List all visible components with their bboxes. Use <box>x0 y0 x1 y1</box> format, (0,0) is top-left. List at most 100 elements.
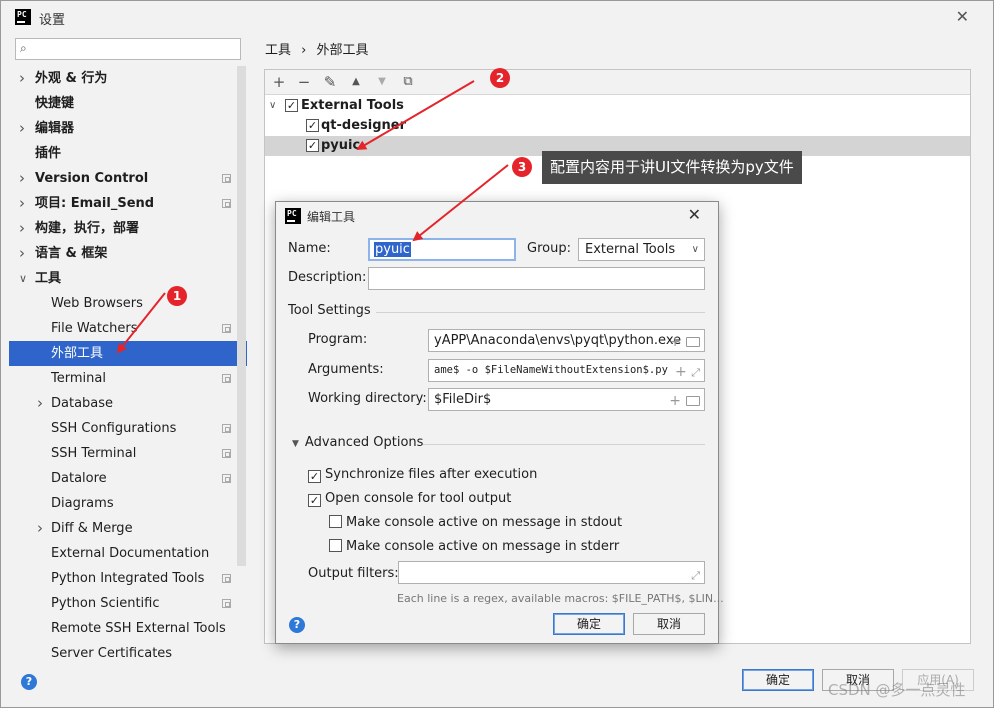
sidebar-item[interactable]: SSH Terminal <box>9 441 247 466</box>
remove-tool-icon[interactable]: − <box>294 72 314 92</box>
edit-tool-icon[interactable]: ✎ <box>320 72 340 92</box>
group-checkbox[interactable]: ✓ <box>285 99 298 112</box>
sidebar-item[interactable]: SSH Configurations <box>9 416 247 441</box>
sidebar-item[interactable]: › 编辑器 <box>9 116 247 141</box>
stdout-checkbox[interactable] <box>329 515 342 528</box>
sidebar-item[interactable]: External Documentation <box>9 541 247 566</box>
pycharm-logo-icon: PC <box>15 9 31 25</box>
stderr-option[interactable]: Make console active on message in stderr <box>329 539 619 554</box>
program-value: yAPP\Anaconda\envs\pyqt\python.exe <box>434 333 682 348</box>
sidebar-item[interactable]: Web Browsers <box>9 291 247 316</box>
expand-icon[interactable]: ⤢ <box>691 565 700 583</box>
advanced-options-toggle[interactable]: ▼ Advanced Options <box>292 435 423 450</box>
chevron-right-icon[interactable]: › <box>37 516 43 541</box>
folder-icon[interactable] <box>686 337 700 347</box>
name-value: pyuic <box>374 242 411 257</box>
sidebar-item[interactable]: Server Certificates <box>9 641 247 661</box>
ok-button[interactable]: 确定 <box>742 669 814 691</box>
open-console-option[interactable]: ✓ Open console for tool output <box>308 491 511 507</box>
open-console-checkbox[interactable]: ✓ <box>308 494 321 507</box>
sidebar-item[interactable]: Diagrams <box>9 491 247 516</box>
chevron-right-icon[interactable]: › <box>19 241 25 266</box>
sidebar-item[interactable]: › Database <box>9 391 247 416</box>
sidebar-item[interactable]: 外部工具 <box>9 341 247 366</box>
move-down-icon[interactable]: ▼ <box>372 72 392 92</box>
expand-icon[interactable]: ⤢ <box>691 366 700 379</box>
sidebar-item[interactable]: 插件 <box>9 141 247 166</box>
stderr-checkbox[interactable] <box>329 539 342 552</box>
tool-label: pyuic <box>321 138 361 153</box>
tool-checkbox[interactable]: ✓ <box>306 119 319 132</box>
sync-files-option[interactable]: ✓ Synchronize files after execution <box>308 467 537 483</box>
insert-macro-icon[interactable]: + <box>675 364 687 380</box>
sidebar-item-label: File Watchers <box>51 321 138 336</box>
chevron-down-icon[interactable]: ∨ <box>19 266 27 291</box>
insert-macro-icon[interactable]: + <box>669 393 681 409</box>
close-window-icon[interactable]: ✕ <box>956 7 969 26</box>
sidebar-item-label: Version Control <box>35 171 149 186</box>
tool-row-qt-designer[interactable]: ✓ qt-designer <box>265 116 970 136</box>
breadcrumb-parent[interactable]: 工具 <box>265 43 291 58</box>
sidebar-item[interactable]: › 外观 & 行为 <box>9 66 247 91</box>
sidebar-item[interactable]: › 语言 & 框架 <box>9 241 247 266</box>
sidebar-scrollbar[interactable] <box>237 66 246 566</box>
chevron-right-icon[interactable]: › <box>19 116 25 141</box>
copy-tool-icon[interactable]: ⧉ <box>398 72 418 92</box>
sidebar-item-label: Remote SSH External Tools <box>51 621 226 636</box>
chevron-right-icon[interactable]: › <box>19 191 25 216</box>
insert-macro-icon[interactable]: + <box>669 334 681 350</box>
settings-search-input[interactable] <box>36 41 236 55</box>
arguments-value: ame$ -o $FileNameWithoutExtension$.py <box>434 364 668 376</box>
group-select[interactable]: External Tools ∨ <box>578 238 705 261</box>
sidebar-item-label: Diagrams <box>51 496 114 511</box>
chevron-down-icon[interactable]: ∨ <box>269 96 276 116</box>
stdout-option[interactable]: Make console active on message in stdout <box>329 515 622 530</box>
sidebar-item[interactable]: Terminal <box>9 366 247 391</box>
sidebar-item[interactable]: ∨ 工具 <box>9 266 247 291</box>
sync-files-checkbox[interactable]: ✓ <box>308 470 321 483</box>
sidebar-item[interactable]: › Diff & Merge <box>9 516 247 541</box>
chevron-right-icon[interactable]: › <box>19 166 25 191</box>
sidebar-item[interactable]: › 项目: Email_Send <box>9 191 247 216</box>
help-icon[interactable]: ? <box>21 674 37 690</box>
sidebar-item[interactable]: Python Integrated Tools <box>9 566 247 591</box>
move-up-icon[interactable]: ▲ <box>346 72 366 92</box>
tool-checkbox[interactable]: ✓ <box>306 139 319 152</box>
project-level-icon <box>222 574 231 583</box>
chevron-right-icon[interactable]: › <box>19 66 25 91</box>
sidebar-item[interactable]: 快捷键 <box>9 91 247 116</box>
program-input[interactable]: yAPP\Anaconda\envs\pyqt\python.exe + <box>428 329 705 352</box>
chevron-right-icon[interactable]: › <box>37 391 43 416</box>
add-tool-icon[interactable]: + <box>269 72 289 92</box>
tool-group-row[interactable]: ∨ ✓ External Tools <box>265 96 970 116</box>
annotation-badge-2: 2 <box>490 68 510 88</box>
working-directory-label: Working directory: <box>308 391 427 406</box>
close-dialog-icon[interactable]: ✕ <box>688 205 701 224</box>
sidebar-item-label: 语言 & 框架 <box>35 246 108 261</box>
chevron-right-icon[interactable]: › <box>19 216 25 241</box>
working-directory-input[interactable]: $FileDir$ + <box>428 388 705 411</box>
sidebar-item[interactable]: Remote SSH External Tools <box>9 616 247 641</box>
watermark: CSDN @多一点灵性 <box>828 681 966 699</box>
help-icon[interactable]: ? <box>289 617 305 633</box>
settings-tree: › 外观 & 行为 快捷键 › 编辑器 插件 › Version Control › 项目: Em… <box>9 66 247 661</box>
sidebar-item[interactable]: › 构建，执行，部署 <box>9 216 247 241</box>
output-filters-label: Output filters: <box>308 566 399 581</box>
annotation-badge-3: 3 <box>512 157 532 177</box>
sidebar-item[interactable]: › Version Control <box>9 166 247 191</box>
output-filters-input[interactable]: ⤢ <box>398 561 705 584</box>
sidebar-item-label: 外部工具 <box>51 346 104 361</box>
dialog-cancel-button[interactable]: 取消 <box>633 613 705 635</box>
sidebar-item-label: 外观 & 行为 <box>35 71 108 86</box>
description-input[interactable] <box>368 267 705 290</box>
sidebar-item[interactable]: Datalore <box>9 466 247 491</box>
folder-icon[interactable] <box>686 396 700 406</box>
sidebar-item[interactable]: File Watchers <box>9 316 247 341</box>
name-input[interactable]: pyuic <box>368 238 516 261</box>
dialog-ok-button[interactable]: 确定 <box>553 613 625 635</box>
arguments-input[interactable]: ame$ -o $FileNameWithoutExtension$.py + … <box>428 359 705 382</box>
settings-search-box[interactable]: ⌕ <box>15 38 241 60</box>
tool-group-label: External Tools <box>301 98 404 113</box>
sidebar-item[interactable]: Python Scientific <box>9 591 247 616</box>
title-bar: PC 设置 ✕ <box>1 1 993 31</box>
